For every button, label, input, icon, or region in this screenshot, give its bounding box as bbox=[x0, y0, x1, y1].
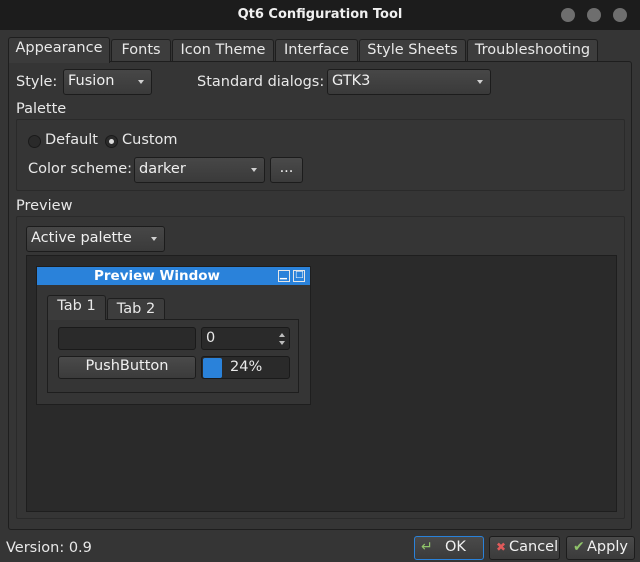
style-combo-value: Fusion bbox=[68, 73, 115, 89]
window-close-button[interactable] bbox=[613, 8, 627, 22]
progress-fill bbox=[203, 358, 222, 378]
chevron-down-icon bbox=[477, 80, 483, 84]
scheme-combo-value: darker bbox=[139, 161, 186, 177]
appearance-page: Style: Fusion Standard dialogs: GTK3 Pal… bbox=[8, 61, 632, 530]
preview-tab-2[interactable]: Tab 2 bbox=[107, 298, 165, 320]
dialogs-combo-value: GTK3 bbox=[332, 73, 371, 89]
preview-heading: Preview bbox=[16, 198, 73, 214]
scheme-label: Color scheme: bbox=[28, 161, 133, 177]
cancel-icon: ✖ bbox=[496, 540, 507, 554]
radio-custom-label[interactable]: Custom bbox=[122, 132, 178, 148]
preview-push-button[interactable]: PushButton bbox=[58, 356, 196, 379]
minimize-icon[interactable]: ▁ bbox=[278, 270, 290, 282]
window-minimize-button[interactable] bbox=[561, 8, 575, 22]
dialogs-combo[interactable]: GTK3 bbox=[327, 69, 491, 95]
scheme-more-button[interactable]: ... bbox=[270, 157, 303, 183]
palette-select-value: Active palette bbox=[31, 230, 132, 246]
chevron-up-icon[interactable] bbox=[279, 333, 285, 337]
apply-label: Apply bbox=[587, 539, 628, 555]
chevron-down-icon bbox=[138, 80, 144, 84]
dialogs-label: Standard dialogs: bbox=[197, 74, 325, 90]
window-titlebar: Qt6 Configuration Tool bbox=[0, 0, 640, 30]
chevron-down-icon bbox=[251, 168, 257, 172]
preview-line-edit[interactable] bbox=[58, 327, 196, 350]
window-title: Qt6 Configuration Tool bbox=[237, 7, 403, 22]
chevron-down-icon bbox=[151, 237, 157, 241]
radio-custom[interactable] bbox=[105, 135, 118, 148]
chevron-down-icon[interactable] bbox=[279, 341, 285, 345]
radio-default[interactable] bbox=[28, 135, 41, 148]
apply-button[interactable]: ✔ Apply bbox=[566, 536, 635, 560]
preview-window: Preview Window ▁ □ Tab 1 Tab 2 0 PushBut… bbox=[36, 266, 311, 405]
tab-troubleshooting[interactable]: Troubleshooting bbox=[467, 39, 598, 62]
preview-window-titlebar: Preview Window ▁ □ bbox=[37, 267, 310, 285]
version-label: Version: 0.9 bbox=[6, 540, 92, 556]
tab-interface[interactable]: Interface bbox=[275, 39, 358, 62]
style-label: Style: bbox=[16, 74, 58, 90]
palette-select-combo[interactable]: Active palette bbox=[26, 226, 165, 252]
enter-icon: ↵ bbox=[421, 539, 433, 555]
maximize-icon[interactable]: □ bbox=[293, 270, 305, 282]
palette-heading: Palette bbox=[16, 101, 67, 117]
window-maximize-button[interactable] bbox=[587, 8, 601, 22]
preview-area: Preview Window ▁ □ Tab 1 Tab 2 0 PushBut… bbox=[26, 255, 617, 512]
progress-text: 24% bbox=[230, 359, 263, 375]
tab-appearance[interactable]: Appearance bbox=[8, 37, 110, 63]
preview-spinbox[interactable]: 0 bbox=[201, 327, 290, 350]
cancel-button[interactable]: ✖ Cancel bbox=[489, 536, 560, 560]
preview-tab-pane: 0 PushButton 24% bbox=[47, 319, 299, 393]
tab-style-sheets[interactable]: Style Sheets bbox=[359, 39, 466, 62]
palette-group: Default Custom Color scheme: darker ... bbox=[16, 119, 625, 191]
ok-label: OK bbox=[445, 539, 466, 555]
preview-progress-bar: 24% bbox=[201, 356, 290, 379]
preview-window-title: Preview Window bbox=[93, 268, 220, 284]
radio-default-label[interactable]: Default bbox=[45, 132, 98, 148]
ok-button[interactable]: ↵ OK bbox=[414, 536, 484, 560]
style-combo[interactable]: Fusion bbox=[63, 69, 152, 95]
preview-tab-1[interactable]: Tab 1 bbox=[47, 295, 106, 320]
spinbox-arrows[interactable] bbox=[276, 329, 288, 349]
scheme-combo[interactable]: darker bbox=[134, 157, 265, 183]
check-icon: ✔ bbox=[573, 539, 585, 555]
tab-icon-theme[interactable]: Icon Theme bbox=[172, 39, 274, 62]
cancel-label: Cancel bbox=[509, 539, 559, 555]
tab-fonts[interactable]: Fonts bbox=[111, 39, 171, 62]
spinbox-value: 0 bbox=[206, 330, 216, 346]
